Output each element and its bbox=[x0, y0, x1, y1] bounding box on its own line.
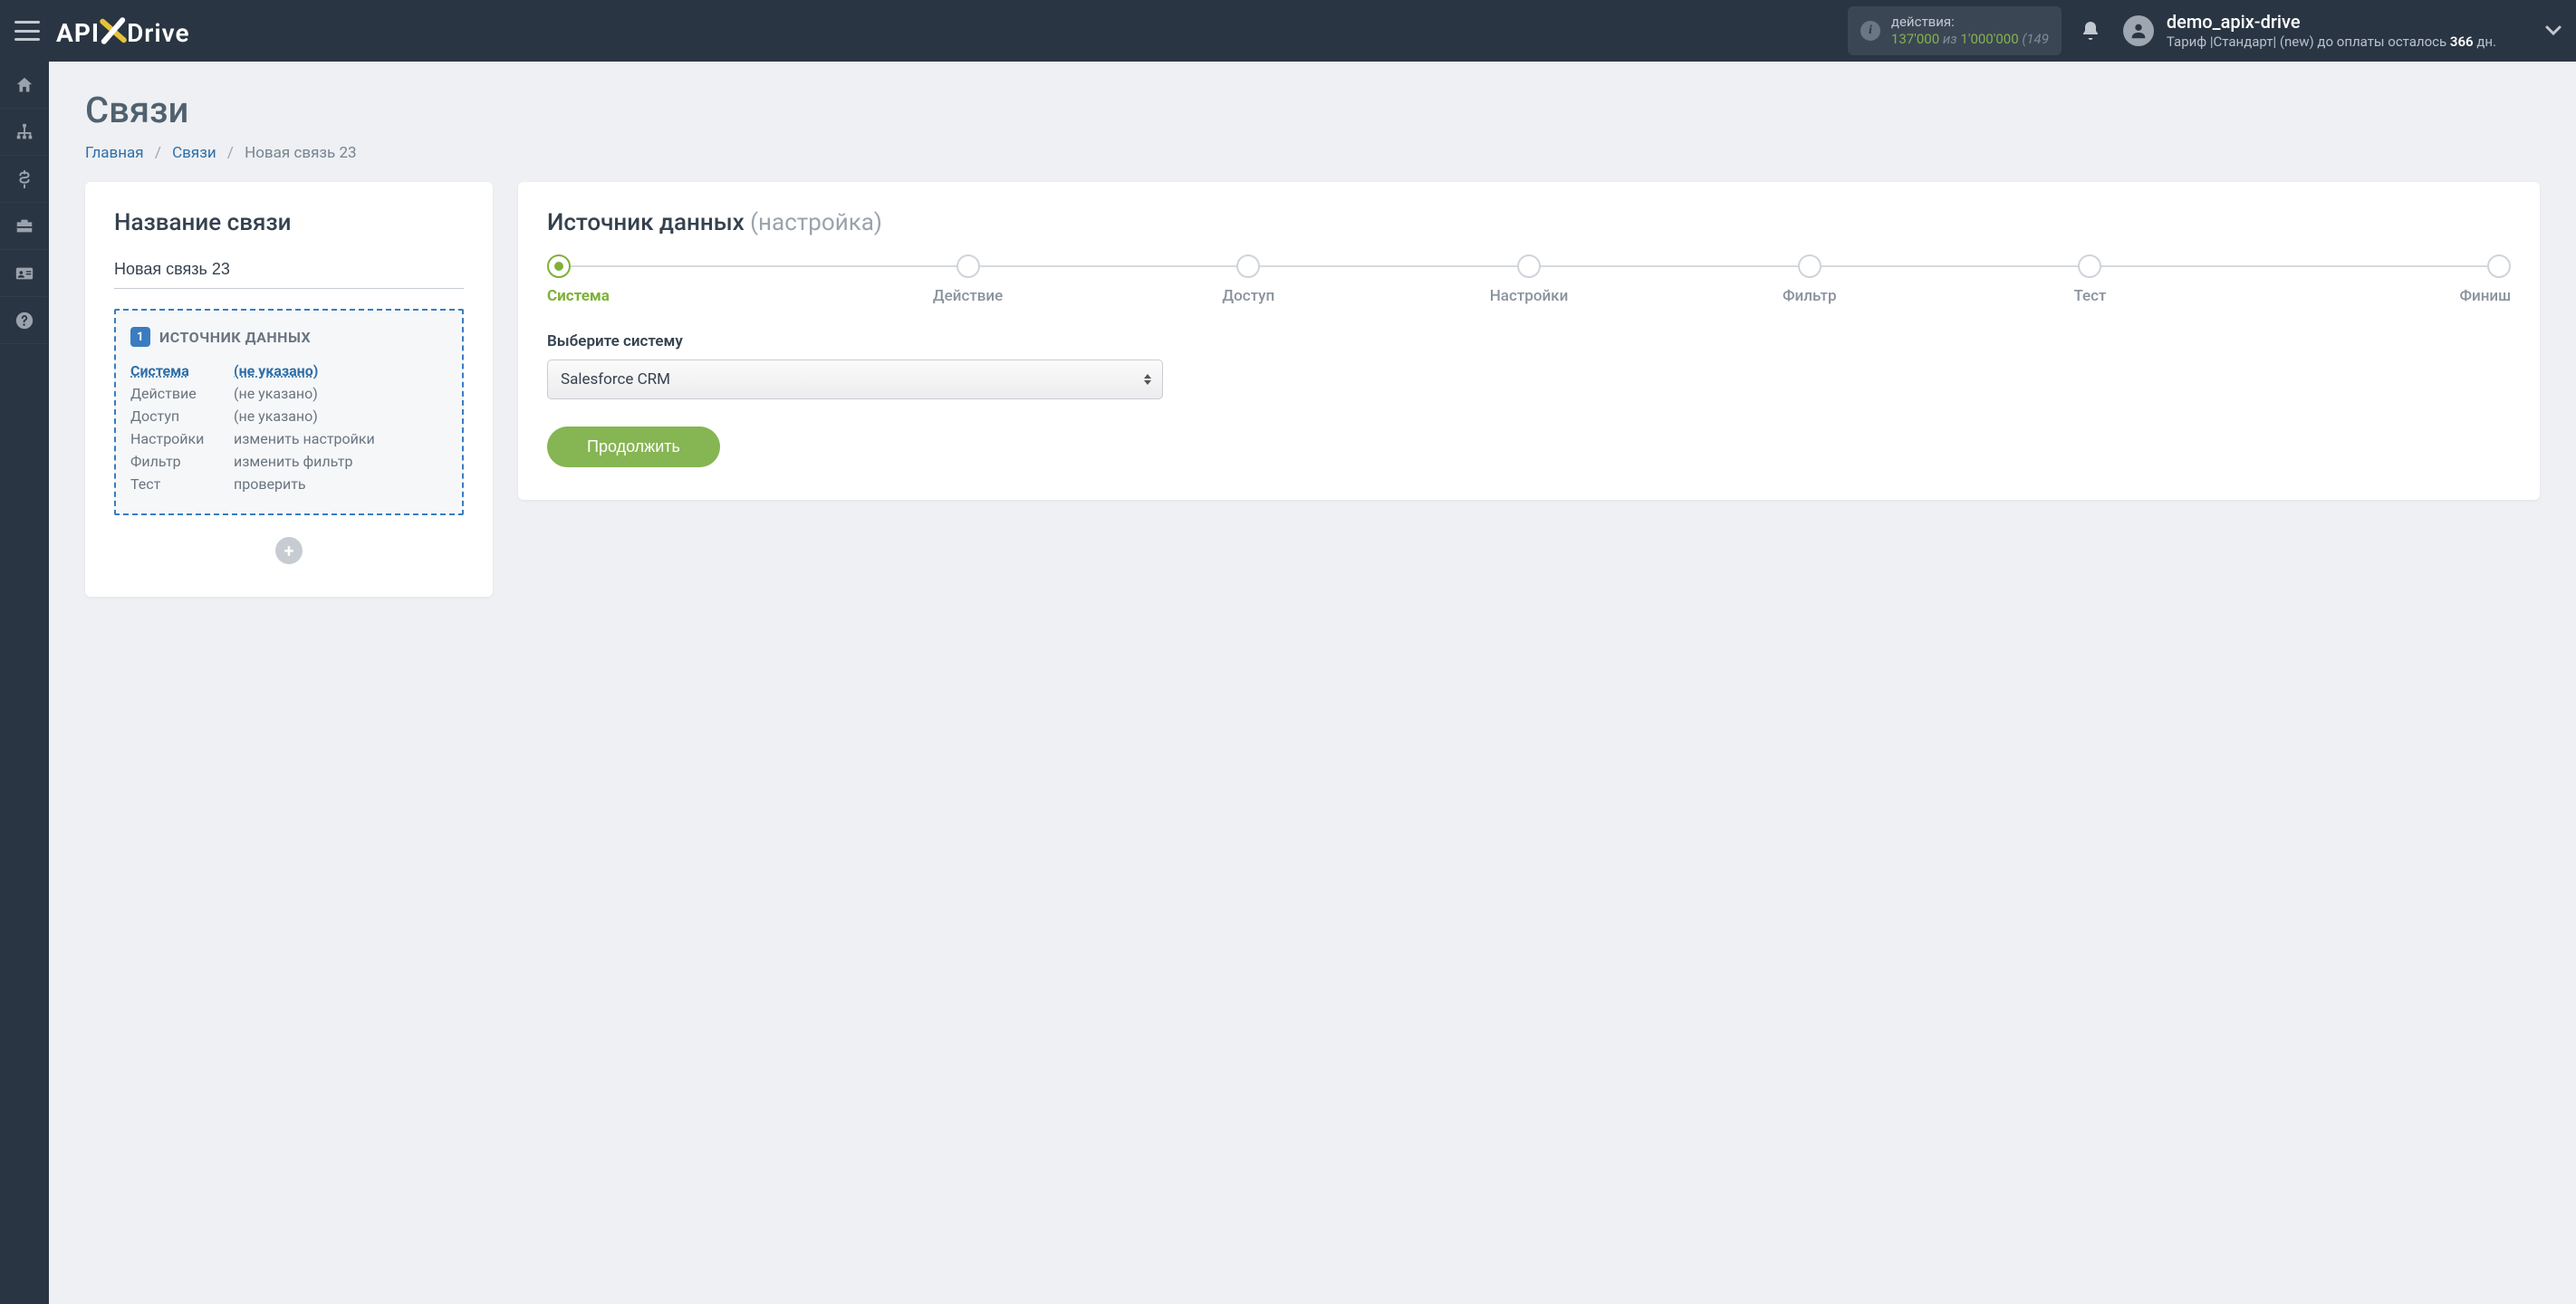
source-row-4: Фильтр изменить фильтр bbox=[130, 450, 447, 473]
source-row-value[interactable]: (не указано) bbox=[234, 362, 318, 379]
source-row-key[interactable]: Система bbox=[130, 362, 221, 379]
step-label: Система bbox=[547, 287, 828, 305]
step-label: Тест bbox=[1950, 287, 2231, 305]
source-row-1: Действие (не указано) bbox=[130, 382, 447, 405]
step-dot bbox=[1517, 254, 1541, 278]
hamburger-menu[interactable] bbox=[14, 21, 40, 41]
step-dot bbox=[1236, 254, 1260, 278]
source-row-key: Фильтр bbox=[130, 453, 221, 470]
step-dot bbox=[1798, 254, 1821, 278]
card-source-config: Источник данных (настройка) СистемаДейст… bbox=[518, 182, 2540, 500]
source-row-2: Доступ (не указано) bbox=[130, 405, 447, 427]
step-label: Доступ bbox=[1108, 287, 1389, 305]
step-настройки[interactable]: Настройки bbox=[1389, 254, 1669, 305]
breadcrumb-home[interactable]: Главная bbox=[85, 144, 144, 162]
source-row-key: Тест bbox=[130, 475, 221, 493]
heading-main: Источник данных bbox=[547, 209, 750, 236]
logo-x-icon bbox=[99, 15, 128, 44]
step-label: Настройки bbox=[1389, 287, 1669, 305]
system-select[interactable]: Salesforce CRM bbox=[547, 360, 1163, 399]
actions-counter[interactable]: i действия: 137'000 из 1'000'000 (149 bbox=[1848, 6, 2062, 55]
sidebar-item-home[interactable] bbox=[0, 62, 49, 109]
source-row-value: (не указано) bbox=[234, 385, 318, 402]
data-source-heading-text: ИСТОЧНИК ДАННЫХ bbox=[159, 329, 311, 346]
source-row-value: проверить bbox=[234, 475, 306, 493]
source-row-key: Доступ bbox=[130, 408, 221, 425]
logo-drive: Drive bbox=[127, 18, 190, 48]
logo[interactable]: API Drive bbox=[56, 14, 190, 48]
sidebar-item-briefcase[interactable] bbox=[0, 203, 49, 250]
step-действие[interactable]: Действие bbox=[828, 254, 1109, 305]
step-dot bbox=[956, 254, 980, 278]
card-left-heading: Название связи bbox=[114, 209, 464, 236]
logo-api: API bbox=[56, 18, 100, 48]
step-dot bbox=[547, 254, 571, 278]
step-финиш[interactable]: Финиш bbox=[2230, 254, 2511, 305]
avatar-icon bbox=[2123, 15, 2154, 46]
data-source-heading: 1 ИСТОЧНИК ДАННЫХ bbox=[130, 327, 447, 347]
step-фильтр[interactable]: Фильтр bbox=[1669, 254, 1950, 305]
step-badge-1: 1 bbox=[130, 327, 150, 347]
actions-used: 137'000 bbox=[1891, 31, 1939, 47]
data-source-box: 1 ИСТОЧНИК ДАННЫХ Система(не указано)Дей… bbox=[114, 309, 464, 515]
step-dot bbox=[2078, 254, 2101, 278]
step-тест[interactable]: Тест bbox=[1950, 254, 2231, 305]
data-source-rows: Система(не указано)Действие(не указано)Д… bbox=[130, 360, 447, 495]
step-система[interactable]: Система bbox=[547, 254, 828, 305]
actions-total: 1'000'000 bbox=[1960, 31, 2018, 47]
sidebar-item-id-card[interactable] bbox=[0, 250, 49, 297]
username: demo_apix-drive bbox=[2167, 10, 2496, 34]
chevron-down-icon bbox=[2545, 23, 2562, 40]
card-right-heading: Источник данных (настройка) bbox=[547, 209, 2511, 236]
select-arrows-icon bbox=[1144, 374, 1151, 385]
source-row-0[interactable]: Система (не указано) bbox=[130, 360, 447, 382]
source-row-3: Настройки изменить настройки bbox=[130, 427, 447, 450]
step-dot bbox=[2487, 254, 2511, 278]
heading-sub: (настройка) bbox=[750, 209, 882, 236]
breadcrumb: Главная / Связи / Новая связь 23 bbox=[85, 144, 2540, 162]
sidebar-item-connections[interactable] bbox=[0, 109, 49, 156]
plan-line: Тариф |Стандарт| (new) до оплаты осталос… bbox=[2167, 34, 2496, 52]
connection-name-input[interactable] bbox=[114, 254, 464, 289]
continue-button[interactable]: Продолжить bbox=[547, 427, 720, 467]
source-row-value: (не указано) bbox=[234, 408, 318, 425]
header: API Drive i действия: 137'000 из 1'000'0… bbox=[0, 0, 2576, 62]
source-row-key: Настройки bbox=[130, 430, 221, 447]
source-row-value: изменить настройки bbox=[234, 430, 375, 447]
source-row-value: изменить фильтр bbox=[234, 453, 352, 470]
actions-label: действия: bbox=[1891, 14, 2049, 31]
system-select-value: Salesforce CRM bbox=[561, 370, 670, 388]
actions-tail: (149 bbox=[2022, 31, 2049, 47]
actions-counter-text: действия: 137'000 из 1'000'000 (149 bbox=[1891, 14, 2049, 48]
user-menu[interactable]: demo_apix-drive Тариф |Стандарт| (new) д… bbox=[2123, 10, 2562, 52]
page-title: Связи bbox=[85, 89, 2540, 131]
step-доступ[interactable]: Доступ bbox=[1108, 254, 1389, 305]
breadcrumb-links[interactable]: Связи bbox=[172, 144, 216, 162]
user-text: demo_apix-drive Тариф |Стандарт| (new) д… bbox=[2167, 10, 2496, 52]
sidebar-item-billing[interactable] bbox=[0, 156, 49, 203]
source-row-5: Тест проверить bbox=[130, 473, 447, 495]
info-icon: i bbox=[1860, 21, 1880, 41]
breadcrumb-current: Новая связь 23 bbox=[245, 144, 356, 162]
notifications-bell-icon[interactable] bbox=[2080, 20, 2101, 42]
step-label: Финиш bbox=[2230, 287, 2511, 305]
stepper: СистемаДействиеДоступНастройкиФильтрТест… bbox=[547, 254, 2511, 305]
sidebar-item-help[interactable] bbox=[0, 297, 49, 344]
source-row-key: Действие bbox=[130, 385, 221, 402]
card-connection-name: Название связи 1 ИСТОЧНИК ДАННЫХ Система… bbox=[85, 182, 493, 597]
step-label: Фильтр bbox=[1669, 287, 1950, 305]
sidebar bbox=[0, 62, 49, 1304]
step-label: Действие bbox=[828, 287, 1109, 305]
select-system-label: Выберите систему bbox=[547, 332, 2511, 350]
add-destination-button[interactable]: + bbox=[275, 537, 303, 564]
content: Связи Главная / Связи / Новая связь 23 Н… bbox=[49, 62, 2576, 1304]
actions-of-word: из bbox=[1943, 31, 1957, 47]
